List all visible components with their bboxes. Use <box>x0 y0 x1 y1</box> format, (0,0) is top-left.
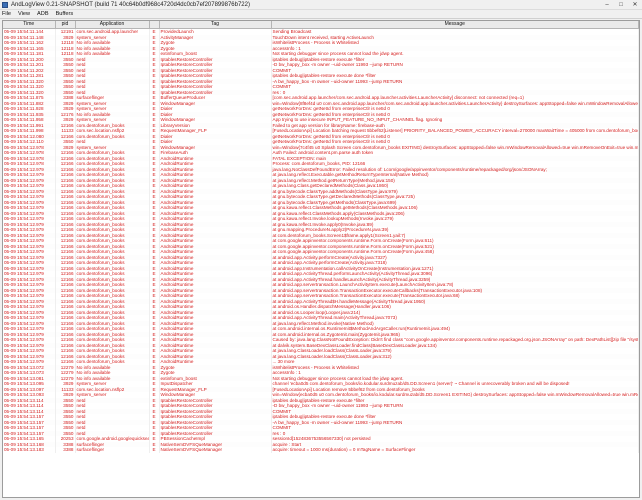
table-header: Time pid Application Tag Message <box>3 21 639 29</box>
maximize-icon[interactable]: □ <box>614 0 628 10</box>
log-application: com.google.android.googlequicksearchbox <box>75 436 150 442</box>
log-message: [FusedLocationApi] Location batching req… <box>271 128 639 134</box>
column-header-priority[interactable] <box>149 21 160 29</box>
menu-adb[interactable]: ADB <box>37 11 49 17</box>
log-message: acquire: timeout = 1000 ms(duration) = 0… <box>271 447 639 453</box>
menu-file[interactable]: File <box>2 11 11 17</box>
close-icon[interactable]: ✕ <box>628 0 642 10</box>
log-level: E <box>149 447 160 453</box>
log-rows: 05-09 15:54:11.144 12191 com.sec.android.a… <box>3 28 639 453</box>
log-application: com.sec.android.app.launcher <box>75 28 150 35</box>
table-row[interactable]: 05-09 15:54:13.095 3929 system_server E Inpu… <box>3 381 639 387</box>
column-header-pid[interactable]: pid <box>55 21 76 29</box>
column-header-tag[interactable]: Tag <box>159 21 272 29</box>
table-row[interactable]: 05-09 15:54:12.979 12166 com.dentoforum_bo… <box>3 337 639 343</box>
table-row[interactable]: 05-09 15:54:13.093 3929 system_server E Wind… <box>3 392 639 398</box>
log-application: surfaceflinger <box>75 447 150 453</box>
window-controls: – □ ✕ <box>600 0 642 10</box>
column-header-application[interactable]: Application <box>75 21 150 29</box>
log-message: win=Window{ecba0d5 u0 com.dentoforum_boo… <box>271 392 639 398</box>
log-message: Caused by: java.lang.ClassNotFoundExcept… <box>271 337 639 343</box>
column-header-message[interactable]: Message <box>271 21 639 29</box>
minimize-icon[interactable]: – <box>600 0 614 10</box>
menu-bar: File View ADB Buffers <box>0 10 642 19</box>
window-title: AndLogView 0.21-SNAPSHOT (build 71 40c64… <box>11 1 250 8</box>
app-icon <box>2 1 8 8</box>
menu-buffers[interactable]: Buffers <box>56 11 74 17</box>
title-bar: AndLogView 0.21-SNAPSHOT (build 71 40c64… <box>0 0 642 10</box>
log-table: Time pid Application Tag Message 05-09 1… <box>2 20 640 498</box>
log-time: 05-09 15:54:13.183 <box>3 447 56 453</box>
log-pid: 3388 <box>55 447 76 453</box>
table-row[interactable]: 05-09 15:54:11.998 11133 com.sec.location.… <box>3 128 639 134</box>
column-header-time[interactable]: Time <box>3 21 56 29</box>
table-row[interactable]: 05-09 15:54:13.183 3388 surfaceflinger E Nat… <box>3 447 639 453</box>
log-tag: NativeSemDVFSQueManager <box>159 447 272 453</box>
menu-view[interactable]: View <box>18 11 30 17</box>
